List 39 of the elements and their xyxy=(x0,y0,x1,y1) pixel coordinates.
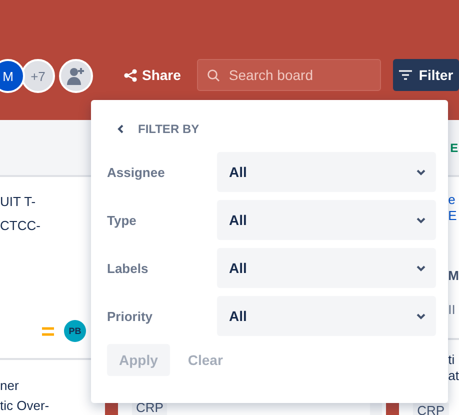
dropdown[interactable]: All xyxy=(217,296,436,336)
card-label: M xyxy=(448,268,459,284)
card-tag: CRP xyxy=(413,402,449,415)
field-label: Labels xyxy=(107,260,150,276)
card-title: ner xyxy=(0,377,19,395)
share-button[interactable]: Share xyxy=(124,67,181,83)
filter-button[interactable]: Filter xyxy=(392,59,459,91)
filter-icon xyxy=(398,70,412,80)
field-label: Assignee xyxy=(107,164,166,180)
panel-title: FILTER BY xyxy=(138,122,200,136)
dropdown[interactable]: All xyxy=(217,200,436,240)
field-label: Type xyxy=(107,212,138,228)
add-user-button[interactable] xyxy=(59,59,93,93)
epic-marker xyxy=(386,402,400,415)
card-title: tic Over- xyxy=(0,397,50,415)
card-title: at xyxy=(448,368,459,384)
assignee-avatar[interactable]: PB xyxy=(64,320,86,342)
card-title: CTCC- xyxy=(0,217,40,235)
medium-priority-icon xyxy=(42,326,54,336)
card-title: UIT T- xyxy=(0,193,36,211)
add-user-icon xyxy=(66,66,86,86)
column-label: E xyxy=(450,140,458,154)
card-title: E xyxy=(448,208,457,224)
card-title: ti xyxy=(448,352,455,368)
chevron-down-icon xyxy=(416,312,426,320)
back-icon[interactable] xyxy=(117,124,124,134)
card-title: e xyxy=(448,192,456,208)
dropdown[interactable]: All xyxy=(217,248,436,288)
share-icon xyxy=(124,68,137,82)
card-label: II xyxy=(448,302,456,318)
user-avatar[interactable]: M xyxy=(0,59,25,93)
field-label: Priority xyxy=(107,308,154,324)
dropdown[interactable]: All xyxy=(217,152,436,192)
more-users-badge[interactable]: +7 xyxy=(21,59,55,93)
chevron-down-icon xyxy=(416,264,426,272)
chevron-down-icon xyxy=(416,216,426,224)
search-field[interactable]: Search board xyxy=(196,59,381,91)
search-icon xyxy=(206,69,220,82)
chevron-down-icon xyxy=(416,168,426,176)
